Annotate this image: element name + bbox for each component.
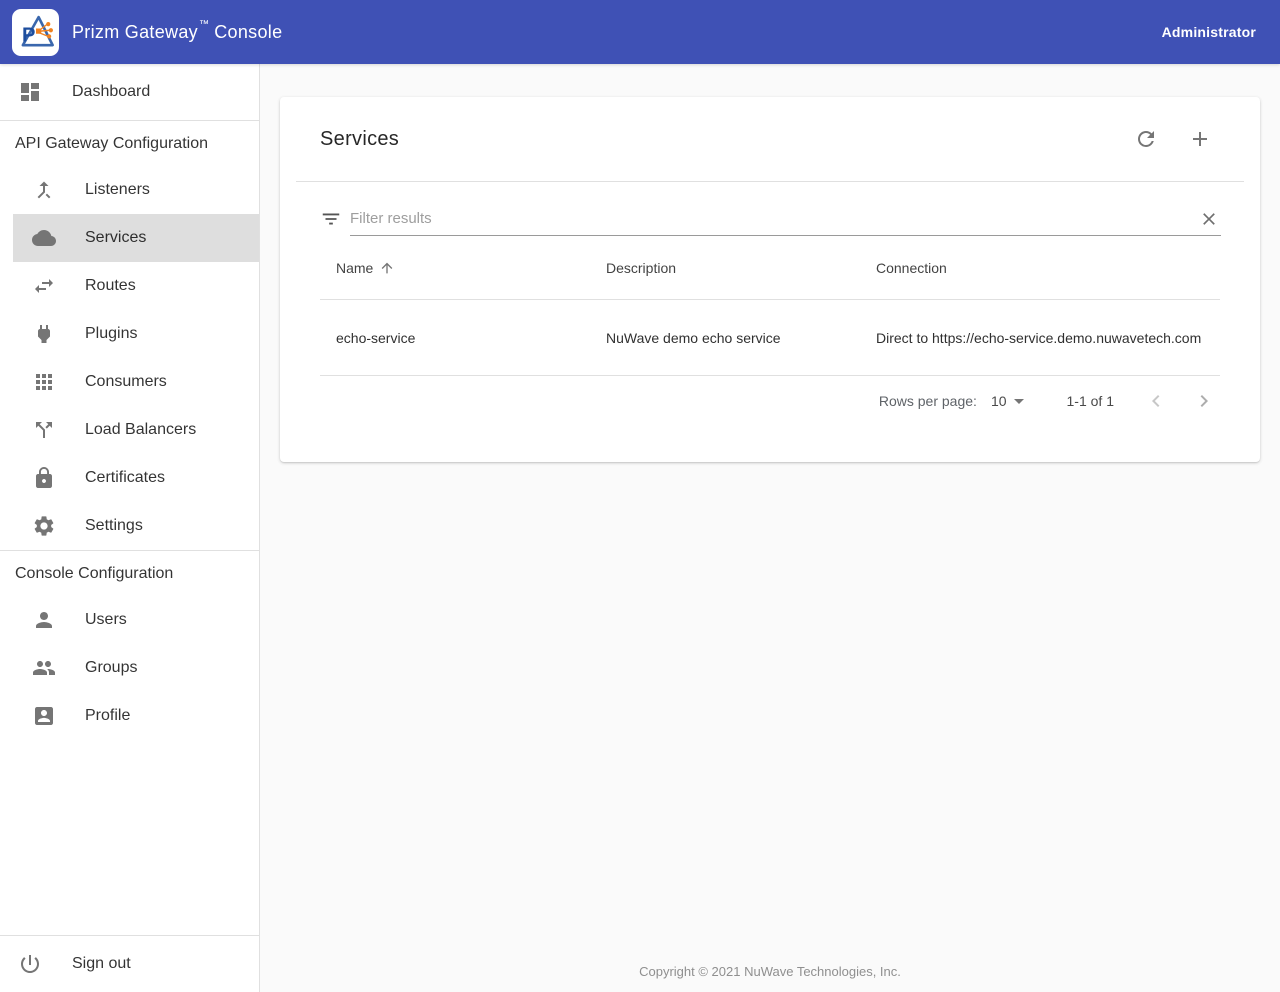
apps-grid-icon [32, 370, 56, 394]
sidebar-item-routes[interactable]: Routes [0, 262, 259, 310]
sidebar-item-services[interactable]: Services [0, 214, 259, 262]
table-row[interactable]: echo-service NuWave demo echo service Di… [320, 300, 1220, 376]
app-title: Prizm Gateway™Console [72, 22, 282, 43]
call-split-icon [32, 418, 56, 442]
table-header-row: Name Description Connection [320, 236, 1220, 300]
sort-ascending-icon [379, 260, 395, 276]
sidebar-item-label: Users [85, 611, 127, 629]
rows-per-page-select[interactable]: 10 [991, 389, 1031, 413]
clear-filter-button[interactable] [1197, 207, 1221, 231]
sidebar-item-plugins[interactable]: Plugins [0, 310, 259, 358]
column-header-label: Name [336, 260, 373, 276]
rows-per-page-value: 10 [991, 393, 1007, 409]
chevron-right-icon [1192, 389, 1216, 413]
sidebar-item-users[interactable]: Users [0, 596, 259, 644]
cell-description: NuWave demo echo service [590, 328, 860, 348]
sidebar-item-label: Settings [85, 517, 143, 535]
card-actions [1128, 121, 1218, 157]
page-range-label: 1-1 of 1 [1067, 393, 1114, 409]
dashboard-icon [18, 80, 42, 104]
sidebar-item-label: Certificates [85, 469, 165, 487]
section-header-console-configuration: Console Configuration [0, 551, 259, 596]
call-merge-icon [32, 178, 56, 202]
user-menu[interactable]: Administrator [1162, 24, 1256, 40]
sign-out-button[interactable]: Sign out [0, 936, 259, 992]
plug-icon [32, 322, 56, 346]
sidebar-item-label: Load Balancers [85, 421, 196, 439]
close-icon [1199, 209, 1219, 229]
paginator: Rows per page: 10 1-1 of 1 [280, 376, 1260, 426]
card-header: Services [280, 97, 1260, 181]
column-header-connection[interactable]: Connection [860, 260, 1220, 276]
sidebar-item-consumers[interactable]: Consumers [0, 358, 259, 406]
chevron-left-icon [1144, 389, 1168, 413]
column-header-label: Description [606, 260, 676, 276]
plus-icon [1188, 127, 1212, 151]
sidebar-item-label: Listeners [85, 181, 150, 199]
refresh-button[interactable] [1128, 121, 1164, 157]
filter-icon [320, 208, 342, 230]
services-table: Name Description Connection echo-service… [320, 236, 1220, 376]
sign-out-label: Sign out [72, 955, 131, 973]
page-title: Services [320, 128, 399, 151]
previous-page-button[interactable] [1144, 389, 1168, 413]
sidebar-item-label: Profile [85, 707, 130, 725]
refresh-icon [1134, 127, 1158, 151]
sidebar-spacer [0, 740, 259, 935]
svg-text:P: P [22, 25, 35, 47]
sidebar-item-label: Consumers [85, 373, 167, 391]
column-header-description[interactable]: Description [590, 260, 860, 276]
trademark-symbol: ™ [199, 19, 209, 30]
filter-field [350, 202, 1221, 236]
sidebar: Dashboard API Gateway Configuration List… [0, 64, 260, 992]
sidebar-item-label: Services [85, 229, 146, 247]
sidebar-item-listeners[interactable]: Listeners [0, 166, 259, 214]
column-header-label: Connection [876, 260, 947, 276]
lock-icon [32, 466, 56, 490]
sidebar-item-load-balancers[interactable]: Load Balancers [0, 406, 259, 454]
sidebar-item-settings[interactable]: Settings [0, 502, 259, 550]
add-service-button[interactable] [1182, 121, 1218, 157]
cell-name: echo-service [320, 328, 590, 348]
person-icon [32, 608, 56, 632]
filter-row [280, 182, 1260, 236]
sidebar-item-label: Groups [85, 659, 137, 677]
filter-input[interactable] [350, 210, 1189, 227]
dropdown-arrow-icon [1007, 389, 1031, 413]
swap-arrows-icon [32, 274, 56, 298]
column-header-name[interactable]: Name [320, 260, 590, 276]
cloud-icon [32, 226, 56, 250]
cell-connection: Direct to https://echo-service.demo.nuwa… [860, 328, 1220, 348]
section-header-api-gateway-configuration: API Gateway Configuration [0, 121, 259, 166]
app-header: P Prizm Gateway™Console Administrator [0, 0, 1280, 64]
rows-per-page-label: Rows per page: [879, 393, 977, 409]
sidebar-item-certificates[interactable]: Certificates [0, 454, 259, 502]
power-icon [18, 952, 42, 976]
services-card: Services [280, 97, 1260, 462]
app-logo: P [12, 9, 59, 56]
copyright-footer: Copyright © 2021 NuWave Technologies, In… [260, 964, 1280, 979]
prizm-logo-icon: P [15, 11, 57, 53]
sidebar-item-groups[interactable]: Groups [0, 644, 259, 692]
next-page-button[interactable] [1192, 389, 1216, 413]
sidebar-item-label: Routes [85, 277, 136, 295]
sidebar-item-dashboard[interactable]: Dashboard [0, 64, 259, 120]
main-content: Services [260, 64, 1280, 992]
contact-card-icon [32, 704, 56, 728]
sidebar-item-profile[interactable]: Profile [0, 692, 259, 740]
sidebar-item-label: Dashboard [72, 83, 150, 101]
gear-icon [32, 514, 56, 538]
people-icon [32, 656, 56, 680]
sidebar-item-label: Plugins [85, 325, 137, 343]
